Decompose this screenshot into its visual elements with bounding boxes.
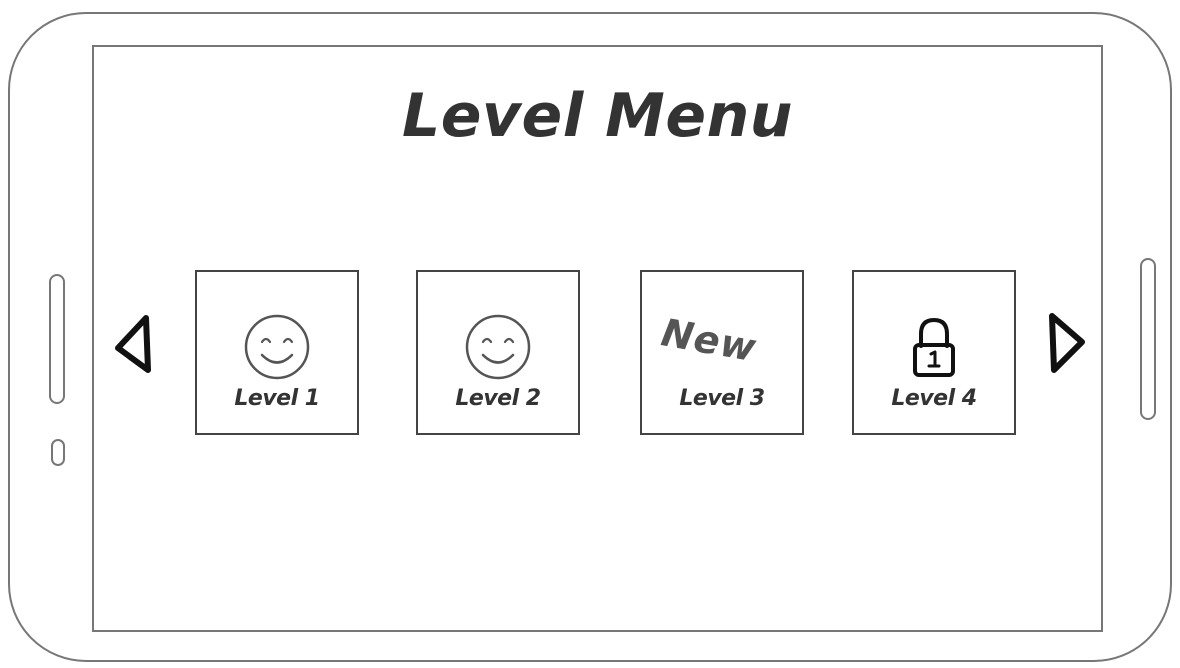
level-label: Level 4: [891, 386, 977, 411]
level-tile-2[interactable]: Level 2: [416, 270, 580, 435]
new-badge: New: [658, 310, 761, 371]
padlock-icon: [899, 312, 969, 382]
smiley-face-icon: [463, 312, 533, 382]
level-tile-4[interactable]: Level 4: [852, 270, 1016, 435]
smiley-face-icon: [242, 312, 312, 382]
level-tile-3[interactable]: New Level 3: [640, 270, 804, 435]
triangle-right-icon: [1049, 313, 1085, 373]
level-tile-1[interactable]: Level 1: [195, 270, 359, 435]
next-page-button[interactable]: [1044, 310, 1088, 374]
device-side-button-right: [1140, 258, 1156, 420]
level-label: Level 1: [234, 386, 320, 411]
level-label: Level 2: [455, 386, 541, 411]
triangle-left-icon: [115, 315, 151, 373]
device-side-indicator: [51, 439, 65, 466]
device-side-button-left: [49, 274, 65, 404]
level-label: Level 3: [679, 386, 765, 411]
page-title: Level Menu: [401, 81, 793, 151]
previous-page-button[interactable]: [110, 312, 154, 376]
